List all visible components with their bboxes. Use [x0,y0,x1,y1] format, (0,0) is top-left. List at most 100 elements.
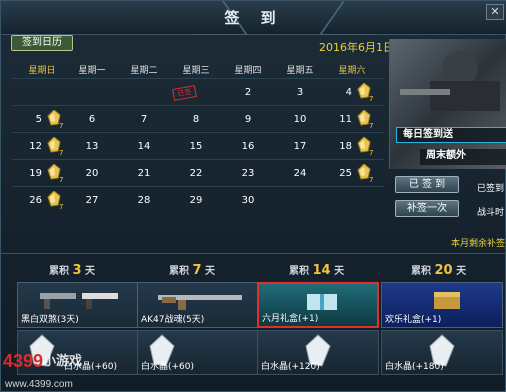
svg-text:7: 7 [369,149,373,156]
day-number: 25 [339,168,352,179]
day-number: 24 [293,168,307,179]
day-number: 4 [345,87,352,98]
day-number: 18 [339,141,352,152]
calendar-day[interactable]: 7 [118,108,170,132]
calendar-day[interactable]: 21 [118,162,170,186]
svg-text:小游戏: 小游戏 [43,353,82,369]
divider [12,132,384,133]
weekday-header: 星期六 [338,66,366,76]
calendar-day[interactable]: 28 [118,189,170,213]
day-number: 30 [241,195,255,206]
calendar-day[interactable]: 47 [326,81,378,105]
makeup-sign-button[interactable]: 补签一次 [395,200,459,217]
cumulative-label: 累积 20 天 [411,263,467,278]
day-number: 19 [29,168,42,179]
gold-crystal-icon: 7 [357,83,373,102]
weekday-header: 星期二 [130,66,158,76]
reward-card[interactable]: AK47战魂(5天) [137,282,259,328]
promo-character-image [400,51,500,111]
cumulative-label: 累积 7 天 [169,263,216,278]
day-number: 6 [88,114,96,125]
signed-button[interactable]: 已 签 到 [395,176,459,193]
calendar-day[interactable]: 18 7 [326,135,378,159]
close-icon: ✕ [490,5,500,18]
day-number: 21 [137,168,151,179]
reward-card[interactable]: 黑白双煞(3天) [17,282,139,328]
current-date: 2016年6月1日 [319,41,394,54]
calendar-day[interactable]: 22 [170,162,222,186]
gold-crystal-icon: 7 [357,110,373,129]
reward-label: AK47战魂(5天) [141,315,205,325]
gold-crystal-icon: 7 [47,191,63,210]
crystal-card[interactable]: 白水晶(+180) [381,330,503,375]
calendar-day[interactable]: 14 [118,135,170,159]
crystal-card[interactable]: 白水晶(+120) [257,330,379,375]
calendar-day[interactable]: 29 [170,189,222,213]
crystal-card[interactable]: 白水晶(+60) [137,330,259,375]
calendar-day[interactable]: 10 [274,108,326,132]
calendar-day[interactable]: 17 [274,135,326,159]
gold-crystal-icon: 7 [47,137,63,156]
calendar-day[interactable]: 27 [66,189,118,213]
gold-crystal-icon: 7 [357,137,373,156]
promo-line-2: 周末额外 [420,149,506,165]
divider [12,105,384,106]
day-number: 22 [189,168,203,179]
day-number: 13 [85,141,99,152]
day-number: 17 [293,141,307,152]
calendar-day[interactable]: 13 [66,135,118,159]
gold-crystal-icon: 7 [47,110,63,129]
reward-label: 黑白双煞(3天) [21,315,79,325]
day-number: 3 [296,87,304,98]
calendar-day[interactable]: 20 [66,162,118,186]
calendar-day[interactable]: 30 [222,189,274,213]
calendar-day[interactable]: 9 [222,108,274,132]
svg-text:7: 7 [369,176,373,183]
calendar-day[interactable]: 57 [16,108,68,132]
calendar-day[interactable]: 15 [170,135,222,159]
cumulative-label: 累积 14 天 [289,263,345,278]
calendar-day[interactable]: 19 7 [16,162,68,186]
weekday-header: 星期五 [286,66,314,76]
divider [12,159,384,160]
reward-card[interactable]: 欢乐礼盒(+1) [381,282,503,328]
day-number: 5 [35,114,42,125]
day-number: 8 [192,114,200,125]
reward-card-selected[interactable]: 六月礼盒(+1) [257,282,379,328]
svg-text:7: 7 [59,149,63,156]
day-number: 29 [189,195,203,206]
title-bar: 签 到 ✕ [1,1,506,35]
day-number: 12 [29,141,42,152]
svg-text:7: 7 [59,176,63,183]
day-number: 11 [339,114,352,125]
svg-text:7: 7 [369,122,373,129]
day-number: 16 [241,141,255,152]
rifle-icon [158,295,242,310]
calendar-day[interactable]: 12 7 [16,135,68,159]
calendar-day[interactable]: 24 [274,162,326,186]
calendar-day[interactable]: 6 [66,108,118,132]
calendar-day[interactable]: 26 7 [16,189,68,213]
pistol-icon [40,293,118,309]
day-number: 26 [29,195,42,206]
day-number: 2 [244,87,252,98]
calendar-day[interactable]: 16 [222,135,274,159]
calendar-day[interactable]: 11 7 [326,108,378,132]
signed-stamp: 已签 [172,85,197,101]
svg-text:7: 7 [59,122,63,129]
close-button[interactable]: ✕ [486,4,504,20]
svg-text:7: 7 [369,95,373,102]
day-number: 15 [189,141,203,152]
crystal-label: 白水晶(+120) [261,362,320,372]
day-number: 10 [293,114,307,125]
day-number: 28 [137,195,151,206]
calendar-day[interactable]: 25 7 [326,162,378,186]
window-title: 签 到 [224,9,284,27]
calendar-day[interactable]: 3 [274,81,326,105]
calendar-day[interactable]: 23 [222,162,274,186]
day-number: 27 [85,195,99,206]
weekday-header: 星期一 [78,66,106,76]
calendar-day[interactable]: 8 [170,108,222,132]
calendar-day[interactable]: 2 [222,81,274,105]
gold-crystal-icon: 7 [47,164,63,183]
